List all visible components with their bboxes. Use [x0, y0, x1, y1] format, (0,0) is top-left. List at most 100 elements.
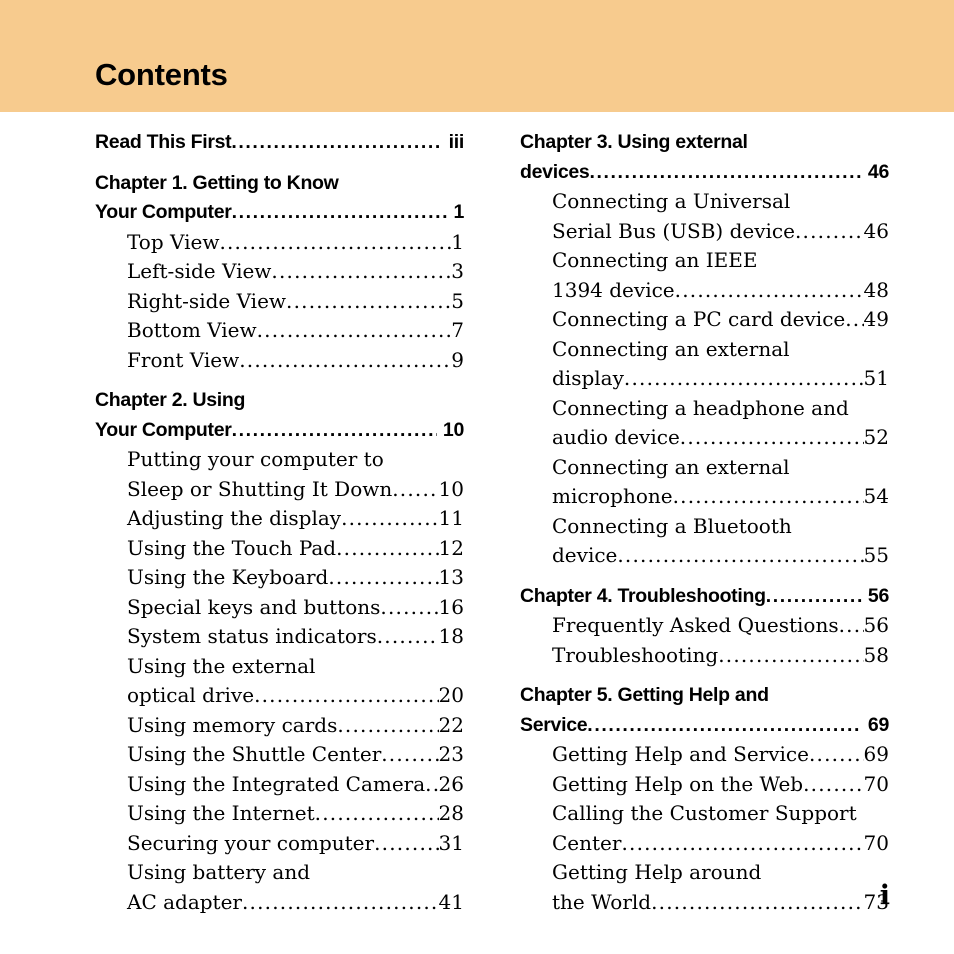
toc-entry-label: audio device	[552, 425, 680, 449]
toc-dot-leader: ........................................…	[674, 277, 864, 302]
toc-page-number: 70	[863, 771, 889, 796]
toc-entry-line: audio device............................…	[552, 423, 889, 453]
toc-entry-line: Right-side View.........................…	[127, 287, 464, 317]
toc-sub-entry[interactable]: Using the Internet......................…	[95, 799, 464, 829]
toc-sub-entry[interactable]: Using the Keyboard......................…	[95, 563, 464, 593]
toc-sub-entry[interactable]: System status indicators................…	[95, 622, 464, 652]
toc-entry-line: the World...............................…	[552, 888, 889, 918]
toc-entry-line: Your Computer...........................…	[95, 416, 464, 446]
toc-chapter-entry[interactable]: Chapter 1. Getting to Know Your Computer.…	[95, 169, 464, 228]
toc-dot-leader: ........................................…	[231, 418, 437, 441]
toc-sub-entry[interactable]: Right-side View.........................…	[95, 287, 464, 317]
toc-sub-entry[interactable]: Connecting an external display...........…	[520, 335, 889, 394]
toc-entry-label: Using the Touch Pad	[127, 535, 337, 560]
toc-entry-line: Connecting a Universal	[552, 187, 889, 217]
toc-dot-leader: ........................................…	[337, 712, 438, 737]
toc-entry-line: Using the Internet......................…	[127, 799, 464, 829]
toc-entry-label: Troubleshooting	[552, 642, 719, 667]
toc-sub-entry[interactable]: Calling the Customer Support Center......…	[520, 799, 889, 858]
toc-sub-entry[interactable]: Getting Help and Service................…	[520, 740, 889, 770]
toc-sub-entry[interactable]: Using the Touch Pad.....................…	[95, 534, 464, 564]
toc-sub-entry[interactable]: Connecting an IEEE 1394 device...........…	[520, 246, 889, 305]
toc-entry-line: optical drive...........................…	[127, 681, 464, 711]
toc-page-number: 41	[438, 889, 464, 914]
toc-sub-entry[interactable]: Putting your computer to Sleep or Shuttin…	[95, 445, 464, 504]
toc-sub-entry[interactable]: Connecting an external microphone........…	[520, 453, 889, 512]
toc-entry-label: Connecting a Universal	[552, 189, 791, 213]
toc-page-number: 13	[438, 565, 464, 589]
toc-sub-entry[interactable]: Troubleshooting.........................…	[520, 641, 889, 671]
toc-entry-line: Center..................................…	[552, 829, 889, 859]
toc-entry-line: Calling the Customer Support	[552, 799, 889, 829]
toc-sub-entry[interactable]: Connecting a headphone and audio device..…	[520, 394, 889, 453]
toc-dot-leader: ........................................…	[231, 131, 442, 153]
toc-dot-leader: ........................................…	[794, 218, 864, 243]
toc-chapter-entry[interactable]: Read This First.........................…	[95, 128, 464, 158]
toc-entry-line: Bottom View.............................…	[127, 316, 464, 346]
toc-dot-leader: ........................................…	[392, 476, 438, 501]
toc-entry-label: the World	[552, 889, 652, 914]
toc-entry-line: Left-side View..........................…	[127, 257, 464, 287]
toc-sub-entry[interactable]: Connecting a PC card device.............…	[520, 305, 889, 335]
toc-sub-entry[interactable]: Frequently Asked Questions..............…	[520, 611, 889, 641]
toc-dot-leader: ........................................…	[374, 830, 438, 855]
toc-page-number: 11	[438, 506, 464, 530]
toc-entry-label: Your Computer	[95, 201, 232, 223]
toc-dot-leader: ........................................…	[765, 584, 862, 607]
toc-dot-leader: ........................................…	[617, 543, 863, 567]
toc-entry-line: 1394 device.............................…	[552, 276, 889, 306]
toc-entry-label: Chapter 4. Troubleshooting	[520, 584, 766, 607]
toc-sub-entry[interactable]: Adjusting the display...................…	[95, 504, 464, 534]
toc-sub-entry[interactable]: Getting Help around the World............…	[520, 858, 889, 917]
toc-entry-line: Connecting an IEEE	[552, 246, 889, 276]
toc-page-number: 56	[863, 613, 889, 637]
toc-entry-label: Connecting an IEEE	[552, 248, 758, 272]
toc-sub-entry[interactable]: Using the Shuttle Center................…	[95, 740, 464, 770]
toc-sub-entry[interactable]: Getting Help on the Web.................…	[520, 770, 889, 800]
toc-sub-entry[interactable]: Using the Integrated Camera.............…	[95, 770, 464, 800]
toc-entry-label: Chapter 3. Using external	[520, 131, 748, 153]
toc-entry-label: Using the Shuttle Center	[127, 742, 382, 766]
toc-chapter-entry[interactable]: Chapter 3. Using external devices........…	[520, 128, 889, 187]
toc-chapter-entry[interactable]: Chapter 2. Using Your Computer...........…	[95, 386, 464, 445]
toc-entry-line: Securing your computer..................…	[127, 829, 464, 859]
toc-entry-line: Connecting an external	[552, 335, 889, 365]
toc-entry-label: 1394 device	[552, 277, 675, 302]
toc-sub-entry[interactable]: Front View..............................…	[95, 346, 464, 376]
toc-sub-entry[interactable]: Top View................................…	[95, 228, 464, 258]
toc-entry-label: Getting Help around	[552, 860, 762, 884]
toc-chapter-entry[interactable]: Chapter 5. Getting Help and Service......…	[520, 681, 889, 740]
toc-sub-entry[interactable]: Using battery and AC adapter.............…	[95, 858, 464, 917]
toc-chapter-entry[interactable]: Chapter 4. Troubleshooting..............…	[520, 582, 889, 612]
toc-sub-entry[interactable]: Securing your computer..................…	[95, 829, 464, 859]
toc-entry-label: Getting Help on the Web	[552, 771, 804, 796]
toc-entry-line: Chapter 3. Using external	[520, 128, 889, 158]
toc-sub-entry[interactable]: Special keys and buttons................…	[95, 593, 464, 623]
toc-entry-label: Connecting an external	[552, 454, 790, 479]
toc-entry-line: Getting Help on the Web.................…	[552, 770, 889, 800]
toc-entry-label: devices	[520, 160, 590, 183]
toc-page-number: 20	[438, 683, 464, 707]
toc-sub-entry[interactable]: Using memory cards......................…	[95, 711, 464, 741]
toc-entry-label: Chapter 5. Getting Help and	[520, 684, 769, 706]
toc-sub-entry[interactable]: Bottom View.............................…	[95, 316, 464, 346]
toc-sub-entry[interactable]: Connecting a Bluetooth device............…	[520, 512, 889, 571]
toc-dot-leader: ........................................…	[256, 318, 452, 342]
toc-page-number: 52	[863, 425, 889, 449]
toc-sub-entry[interactable]: Left-side View..........................…	[95, 257, 464, 287]
toc-page-number: 9	[451, 347, 464, 372]
toc-entry-line: System status indicators................…	[127, 622, 464, 652]
toc-sub-entry[interactable]: Using the external optical drive.........…	[95, 652, 464, 711]
toc-column-right: Chapter 3. Using external devices........…	[520, 128, 889, 917]
toc-entry-label: Right-side View	[127, 288, 287, 313]
toc-entry-line: Chapter 1. Getting to Know	[95, 169, 464, 199]
toc-sub-entry[interactable]: Connecting a Universal Serial Bus (USB) d…	[520, 187, 889, 246]
toc-entry-label: Adjusting the display	[127, 506, 342, 530]
toc-entry-line: Using the external	[127, 652, 464, 682]
toc-entry-label: Frequently Asked Questions	[552, 613, 839, 637]
toc-entry-line: Getting Help and Service................…	[552, 740, 889, 770]
toc-page-number: 46	[867, 160, 889, 183]
toc-entry-line: Front View..............................…	[127, 346, 464, 376]
toc-entry-label: Connecting a Bluetooth	[552, 513, 792, 538]
toc-dot-leader: ........................................…	[286, 288, 452, 313]
